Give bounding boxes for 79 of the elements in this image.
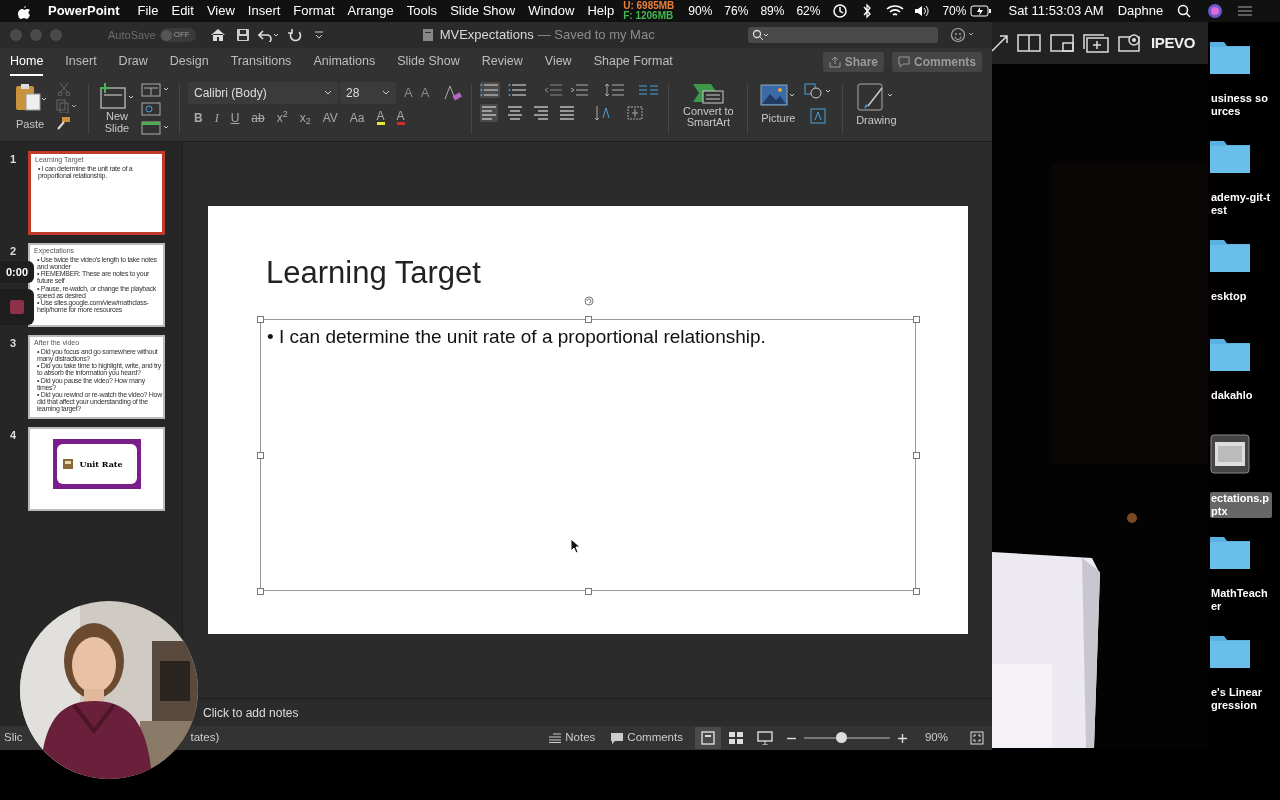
smartart-label: Convert to SmartArt — [681, 106, 735, 128]
grow-font-button[interactable]: A — [404, 83, 413, 103]
font-color-button[interactable]: A — [396, 110, 405, 125]
file-label[interactable]: ectations.pptx — [1210, 492, 1272, 518]
text-box[interactable]: • I can determine the unit rate of a proportional relationship. — [260, 319, 916, 591]
toggle-state: OFF — [173, 29, 190, 41]
document-title: MVExpectations — [439, 26, 534, 45]
font-size-dropdown[interactable]: 28 — [340, 82, 396, 104]
slide-number: 1 — [10, 152, 18, 167]
slide-number: 3 — [10, 336, 18, 351]
autosave-label: AutoSave — [108, 27, 156, 43]
format-button[interactable]: Aa — [349, 110, 365, 125]
ribbon-tab[interactable]: Transitions — [230, 48, 292, 76]
ribbon-tab[interactable]: Design — [169, 48, 209, 76]
file-label[interactable]: usiness sources — [1210, 92, 1272, 118]
notes-button[interactable]: Notes — [549, 729, 596, 747]
autosave-toggle[interactable]: OFF — [159, 28, 196, 42]
menu-item[interactable]: Slide Show — [450, 1, 516, 21]
meter-reading: 89% — [760, 3, 785, 20]
ribbon-tab[interactable]: Insert — [65, 48, 97, 76]
app-menu[interactable]: PowerPoint — [48, 1, 120, 21]
paste-label: Paste — [15, 117, 45, 132]
slide-title[interactable]: Learning Target — [266, 250, 481, 297]
format-button[interactable]: AV — [322, 110, 338, 125]
format-button[interactable]: x$^{2}$ — [276, 110, 288, 125]
menu-item[interactable]: Insert — [247, 1, 281, 21]
menu-item[interactable]: Edit — [171, 1, 194, 21]
format-button[interactable]: B — [194, 110, 203, 125]
memory-reading: U: 6985MB — [623, 1, 675, 11]
menu-item[interactable]: Window — [528, 1, 575, 21]
highlight-button[interactable]: A — [376, 110, 385, 125]
ribbon-tab[interactable]: View — [544, 48, 572, 76]
status-text: tates) — [190, 730, 220, 746]
format-button[interactable]: U — [230, 110, 240, 125]
menu-item[interactable]: Arrange — [347, 1, 394, 21]
thumbnail-title: Unit Rate — [79, 458, 123, 470]
ribbon-tab[interactable]: Slide Show — [397, 48, 460, 76]
menu-item[interactable]: Tools — [406, 1, 438, 21]
format-button[interactable]: x$_{2}$ — [299, 110, 311, 125]
notes-field[interactable]: Click to add notes — [203, 703, 299, 722]
file-label[interactable]: esktop — [1210, 290, 1272, 303]
bullet-text: • I can determine the unit rate of a proportional relationship. — [267, 325, 766, 349]
format-button[interactable]: ab — [251, 110, 265, 125]
slide-number: 4 — [10, 428, 18, 443]
file-label[interactable]: MathTeacher — [1210, 587, 1272, 613]
font-name: Calibri (Body) — [194, 85, 267, 102]
slide-thumbnail[interactable]: Unit Rate — [28, 427, 165, 511]
meter-reading: 62% — [796, 3, 821, 20]
comments-button[interactable]: Comments — [611, 729, 683, 747]
file-label[interactable]: e's Linear gression — [1210, 686, 1272, 712]
menu-clock[interactable]: Sat 11:53:03 AM — [1008, 1, 1104, 21]
slide-number: 2 — [10, 244, 18, 259]
recording-timer: 0:00 — [0, 261, 34, 283]
meter-reading: 90% — [688, 3, 713, 20]
shrink-font-button[interactable]: A — [420, 83, 430, 103]
ribbon-tab[interactable]: Review — [481, 48, 523, 76]
ribbon-tab[interactable]: Draw — [118, 48, 148, 76]
memory-reading: F: 1206MB — [623, 11, 675, 21]
file-label[interactable]: ademy-git-test — [1210, 191, 1272, 217]
menu-item[interactable]: Format — [293, 1, 335, 21]
font-size: 28 — [346, 85, 360, 102]
drawing-label: Drawing — [856, 113, 897, 128]
font-dropdown[interactable]: Calibri (Body) — [188, 82, 338, 104]
status-text: Slic — [4, 730, 23, 746]
save-status: — Saved to my Mac — [537, 26, 655, 45]
battery-reading: 70% — [942, 3, 967, 20]
menu-item[interactable]: Help — [587, 1, 615, 21]
ribbon-tab[interactable]: Animations — [313, 48, 376, 76]
meter-reading: 76% — [724, 3, 749, 20]
camera-app-logo: IPEVO — [1151, 32, 1195, 53]
format-button[interactable]: I — [214, 110, 219, 125]
new-slide-label: New Slide — [103, 110, 131, 134]
picture-label: Picture — [761, 111, 796, 126]
zoom-level[interactable]: 90% — [924, 729, 948, 747]
user-name[interactable]: Daphne — [1117, 1, 1164, 21]
file-label[interactable]: dakahlo — [1210, 389, 1272, 402]
ribbon-tab[interactable]: Shape Format — [593, 48, 673, 76]
menu-item[interactable]: View — [206, 1, 235, 21]
menu-item[interactable]: File — [137, 1, 159, 21]
